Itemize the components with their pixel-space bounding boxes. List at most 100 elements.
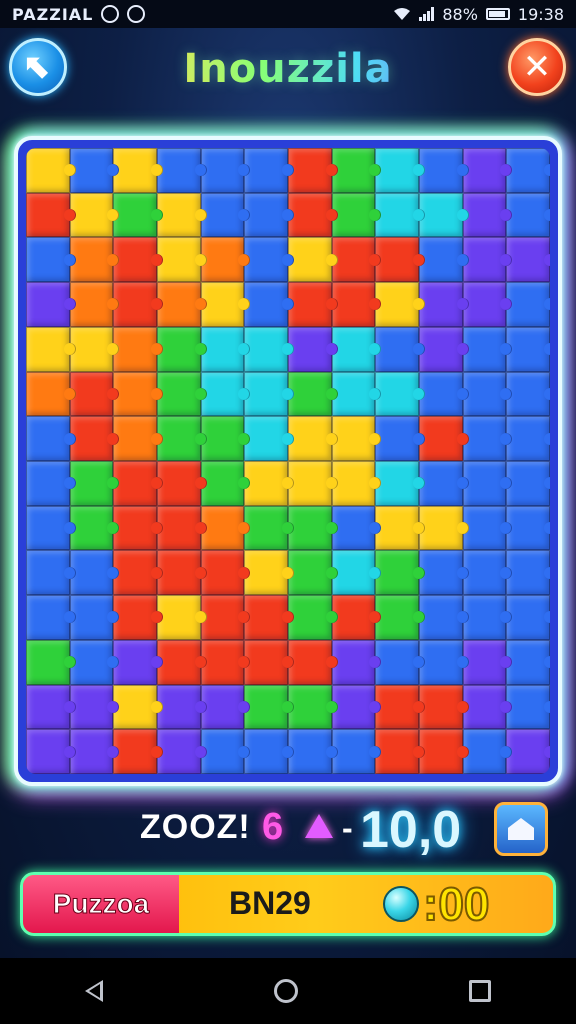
puzzle-piece[interactable]	[288, 237, 338, 283]
puzzle-piece[interactable]	[200, 371, 250, 417]
puzzle-piece[interactable]	[26, 595, 76, 640]
puzzle-piece[interactable]	[288, 148, 338, 193]
puzzle-piece[interactable]	[419, 461, 469, 506]
puzzle-piece[interactable]	[288, 550, 338, 596]
puzzle-piece[interactable]	[375, 371, 425, 417]
puzzle-piece[interactable]	[69, 416, 119, 461]
puzzle-piece[interactable]	[506, 416, 550, 461]
puzzle-piece[interactable]	[200, 550, 250, 596]
puzzle-piece[interactable]	[419, 282, 469, 327]
puzzle-mode-button[interactable]: Puzzoa	[23, 875, 179, 933]
puzzle-piece[interactable]	[462, 371, 512, 417]
puzzle-piece[interactable]	[200, 729, 250, 774]
puzzle-piece[interactable]	[331, 505, 381, 551]
puzzle-piece[interactable]	[200, 639, 250, 685]
close-button[interactable]: ✕	[508, 38, 566, 96]
puzzle-piece[interactable]	[419, 371, 469, 417]
puzzle-piece[interactable]	[462, 461, 512, 506]
puzzle-board[interactable]	[26, 148, 550, 774]
puzzle-piece[interactable]	[506, 371, 550, 417]
puzzle-piece[interactable]	[157, 461, 207, 506]
puzzle-piece[interactable]	[462, 595, 512, 640]
puzzle-piece[interactable]	[331, 461, 381, 506]
puzzle-piece[interactable]	[200, 595, 250, 640]
puzzle-piece[interactable]	[113, 550, 163, 596]
puzzle-piece[interactable]	[419, 729, 469, 774]
puzzle-piece[interactable]	[462, 729, 512, 774]
puzzle-piece[interactable]	[244, 461, 294, 506]
puzzle-piece[interactable]	[69, 461, 119, 506]
puzzle-piece[interactable]	[288, 639, 338, 685]
puzzle-piece[interactable]	[375, 237, 425, 283]
puzzle-piece[interactable]	[244, 595, 294, 640]
puzzle-piece[interactable]	[157, 371, 207, 417]
puzzle-piece[interactable]	[113, 595, 163, 640]
puzzle-piece[interactable]	[506, 237, 550, 283]
puzzle-piece[interactable]	[26, 684, 76, 730]
puzzle-piece[interactable]	[506, 192, 550, 238]
puzzle-piece[interactable]	[506, 639, 550, 685]
puzzle-piece[interactable]	[288, 461, 338, 506]
puzzle-piece[interactable]	[244, 148, 294, 193]
puzzle-piece[interactable]	[244, 282, 294, 327]
puzzle-piece[interactable]	[506, 595, 550, 640]
puzzle-piece[interactable]	[375, 192, 425, 238]
puzzle-piece[interactable]	[200, 148, 250, 193]
puzzle-piece[interactable]	[419, 192, 469, 238]
puzzle-piece[interactable]	[288, 729, 338, 774]
shop-button[interactable]	[494, 802, 548, 856]
puzzle-piece[interactable]	[506, 505, 550, 551]
puzzle-piece[interactable]	[26, 282, 76, 327]
puzzle-piece[interactable]	[462, 684, 512, 730]
puzzle-piece[interactable]	[113, 326, 163, 372]
puzzle-piece[interactable]	[419, 550, 469, 596]
puzzle-piece[interactable]	[157, 416, 207, 461]
puzzle-piece[interactable]	[113, 729, 163, 774]
puzzle-piece[interactable]	[26, 148, 76, 193]
puzzle-piece[interactable]	[331, 371, 381, 417]
puzzle-piece[interactable]	[200, 237, 250, 283]
puzzle-piece[interactable]	[506, 684, 550, 730]
puzzle-piece[interactable]	[26, 237, 76, 283]
puzzle-piece[interactable]	[375, 148, 425, 193]
puzzle-piece[interactable]	[113, 192, 163, 238]
puzzle-piece[interactable]	[506, 282, 550, 327]
puzzle-piece[interactable]	[26, 461, 76, 506]
puzzle-piece[interactable]	[331, 416, 381, 461]
puzzle-piece[interactable]	[419, 326, 469, 372]
back-button[interactable]: ⬉	[9, 38, 67, 96]
puzzle-piece[interactable]	[157, 595, 207, 640]
puzzle-piece[interactable]	[462, 505, 512, 551]
puzzle-piece[interactable]	[375, 416, 425, 461]
puzzle-piece[interactable]	[288, 326, 338, 372]
puzzle-piece[interactable]	[26, 550, 76, 596]
puzzle-piece[interactable]	[157, 282, 207, 327]
nav-home-icon[interactable]	[273, 979, 298, 1003]
puzzle-piece[interactable]	[288, 371, 338, 417]
puzzle-piece[interactable]	[157, 148, 207, 193]
puzzle-piece[interactable]	[113, 505, 163, 551]
puzzle-piece[interactable]	[157, 237, 207, 283]
puzzle-piece[interactable]	[244, 505, 294, 551]
puzzle-piece[interactable]	[157, 639, 207, 685]
puzzle-piece[interactable]	[375, 505, 425, 551]
puzzle-piece[interactable]	[157, 326, 207, 372]
puzzle-piece[interactable]	[331, 282, 381, 327]
puzzle-piece[interactable]	[375, 282, 425, 327]
puzzle-piece[interactable]	[244, 639, 294, 685]
puzzle-piece[interactable]	[375, 684, 425, 730]
puzzle-piece[interactable]	[419, 416, 469, 461]
puzzle-piece[interactable]	[69, 371, 119, 417]
puzzle-piece[interactable]	[26, 639, 76, 685]
puzzle-piece[interactable]	[506, 148, 550, 193]
puzzle-piece[interactable]	[113, 684, 163, 730]
puzzle-piece[interactable]	[69, 729, 119, 774]
puzzle-piece[interactable]	[506, 550, 550, 596]
puzzle-piece[interactable]	[331, 192, 381, 238]
puzzle-piece[interactable]	[113, 371, 163, 417]
puzzle-piece[interactable]	[69, 282, 119, 327]
nav-recent-icon[interactable]	[468, 980, 491, 1002]
puzzle-piece[interactable]	[375, 639, 425, 685]
puzzle-piece[interactable]	[462, 550, 512, 596]
puzzle-piece[interactable]	[113, 416, 163, 461]
